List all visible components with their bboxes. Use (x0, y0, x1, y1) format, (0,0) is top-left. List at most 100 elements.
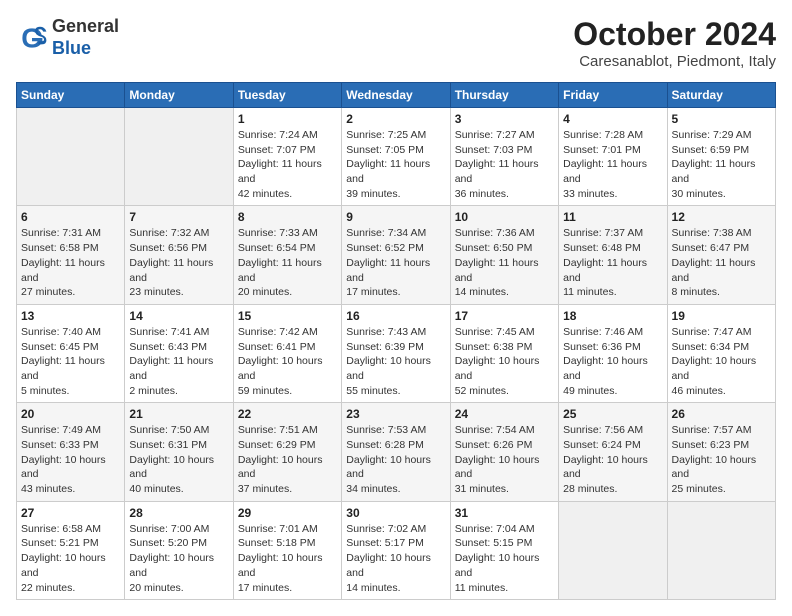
day-info: Sunrise: 7:40 AMSunset: 6:45 PMDaylight:… (21, 325, 120, 398)
day-info: Sunrise: 7:28 AMSunset: 7:01 PMDaylight:… (563, 128, 662, 201)
day-info: Sunrise: 7:42 AMSunset: 6:41 PMDaylight:… (238, 325, 337, 398)
page-header: General Blue October 2024 Caresanablot, … (16, 16, 776, 70)
col-header-thursday: Thursday (450, 83, 558, 108)
day-info: Sunrise: 7:49 AMSunset: 6:33 PMDaylight:… (21, 423, 120, 496)
day-number: 13 (21, 309, 120, 323)
week-row-3: 13 Sunrise: 7:40 AMSunset: 6:45 PMDayligh… (17, 304, 776, 402)
day-cell: 2 Sunrise: 7:25 AMSunset: 7:05 PMDaylight… (342, 108, 450, 206)
day-number: 26 (672, 407, 771, 421)
day-number: 20 (21, 407, 120, 421)
day-info: Sunrise: 7:43 AMSunset: 6:39 PMDaylight:… (346, 325, 445, 398)
day-cell: 4 Sunrise: 7:28 AMSunset: 7:01 PMDaylight… (559, 108, 667, 206)
day-cell: 25 Sunrise: 7:56 AMSunset: 6:24 PMDayligh… (559, 403, 667, 501)
day-cell: 23Sunrise: 7:53 AMSunset: 6:28 PMDayligh… (342, 403, 450, 501)
week-row-5: 27 Sunrise: 6:58 AMSunset: 5:21 PMDayligh… (17, 501, 776, 599)
day-number: 18 (563, 309, 662, 323)
day-info: Sunrise: 7:01 AMSunset: 5:18 PMDaylight:… (238, 522, 337, 595)
day-number: 27 (21, 506, 120, 520)
day-cell: 24Sunrise: 7:54 AMSunset: 6:26 PMDayligh… (450, 403, 558, 501)
day-info: Sunrise: 7:47 AMSunset: 6:34 PMDaylight:… (672, 325, 771, 398)
col-header-tuesday: Tuesday (233, 83, 341, 108)
day-cell: 5Sunrise: 7:29 AMSunset: 6:59 PMDaylight… (667, 108, 775, 206)
col-header-monday: Monday (125, 83, 233, 108)
logo-text: General Blue (52, 16, 119, 59)
day-info: Sunrise: 7:32 AMSunset: 6:56 PMDaylight:… (129, 226, 228, 299)
day-info: Sunrise: 7:27 AMSunset: 7:03 PMDaylight:… (455, 128, 554, 201)
day-number: 30 (346, 506, 445, 520)
day-number: 4 (563, 112, 662, 126)
day-cell: 3 Sunrise: 7:27 AMSunset: 7:03 PMDaylight… (450, 108, 558, 206)
logo-icon (16, 22, 48, 54)
month-title: October 2024 (573, 16, 776, 53)
day-info: Sunrise: 7:29 AMSunset: 6:59 PMDaylight:… (672, 128, 771, 201)
day-number: 28 (129, 506, 228, 520)
day-cell: 26 Sunrise: 7:57 AMSunset: 6:23 PMDayligh… (667, 403, 775, 501)
day-number: 11 (563, 210, 662, 224)
day-number: 6 (21, 210, 120, 224)
day-info: Sunrise: 7:50 AMSunset: 6:31 PMDaylight:… (129, 423, 228, 496)
day-cell: 13 Sunrise: 7:40 AMSunset: 6:45 PMDayligh… (17, 304, 125, 402)
day-number: 16 (346, 309, 445, 323)
title-block: October 2024 Caresanablot, Piedmont, Ita… (573, 16, 776, 70)
day-cell: 14Sunrise: 7:41 AMSunset: 6:43 PMDayligh… (125, 304, 233, 402)
day-number: 3 (455, 112, 554, 126)
logo: General Blue (16, 16, 119, 59)
day-info: Sunrise: 7:04 AMSunset: 5:15 PMDaylight:… (455, 522, 554, 595)
calendar-body: 1Sunrise: 7:24 AMSunset: 7:07 PMDaylight… (17, 108, 776, 600)
day-cell: 31 Sunrise: 7:04 AMSunset: 5:15 PMDayligh… (450, 501, 558, 599)
day-cell: 1Sunrise: 7:24 AMSunset: 7:07 PMDaylight… (233, 108, 341, 206)
col-header-saturday: Saturday (667, 83, 775, 108)
day-info: Sunrise: 7:56 AMSunset: 6:24 PMDaylight:… (563, 423, 662, 496)
day-number: 19 (672, 309, 771, 323)
day-number: 31 (455, 506, 554, 520)
logo-general: General (52, 16, 119, 38)
day-cell: 11 Sunrise: 7:37 AMSunset: 6:48 PMDayligh… (559, 206, 667, 304)
day-info: Sunrise: 7:45 AMSunset: 6:38 PMDaylight:… (455, 325, 554, 398)
calendar-table: SundayMondayTuesdayWednesdayThursdayFrid… (16, 82, 776, 600)
day-number: 2 (346, 112, 445, 126)
day-info: Sunrise: 7:57 AMSunset: 6:23 PMDaylight:… (672, 423, 771, 496)
day-info: Sunrise: 7:37 AMSunset: 6:48 PMDaylight:… (563, 226, 662, 299)
location: Caresanablot, Piedmont, Italy (573, 53, 776, 70)
day-cell: 20 Sunrise: 7:49 AMSunset: 6:33 PMDayligh… (17, 403, 125, 501)
day-info: Sunrise: 7:51 AMSunset: 6:29 PMDaylight:… (238, 423, 337, 496)
day-info: Sunrise: 7:53 AMSunset: 6:28 PMDaylight:… (346, 423, 445, 496)
day-cell: 7 Sunrise: 7:32 AMSunset: 6:56 PMDaylight… (125, 206, 233, 304)
col-header-friday: Friday (559, 83, 667, 108)
week-row-1: 1Sunrise: 7:24 AMSunset: 7:07 PMDaylight… (17, 108, 776, 206)
col-header-sunday: Sunday (17, 83, 125, 108)
day-number: 9 (346, 210, 445, 224)
day-cell: 30 Sunrise: 7:02 AMSunset: 5:17 PMDayligh… (342, 501, 450, 599)
day-cell: 29 Sunrise: 7:01 AMSunset: 5:18 PMDayligh… (233, 501, 341, 599)
day-info: Sunrise: 7:46 AMSunset: 6:36 PMDaylight:… (563, 325, 662, 398)
day-cell: 8 Sunrise: 7:33 AMSunset: 6:54 PMDaylight… (233, 206, 341, 304)
col-header-wednesday: Wednesday (342, 83, 450, 108)
week-row-4: 20 Sunrise: 7:49 AMSunset: 6:33 PMDayligh… (17, 403, 776, 501)
day-info: Sunrise: 7:54 AMSunset: 6:26 PMDaylight:… (455, 423, 554, 496)
day-info: Sunrise: 7:00 AMSunset: 5:20 PMDaylight:… (129, 522, 228, 595)
day-number: 8 (238, 210, 337, 224)
day-info: Sunrise: 7:02 AMSunset: 5:17 PMDaylight:… (346, 522, 445, 595)
logo-blue: Blue (52, 38, 119, 60)
day-cell: 27 Sunrise: 6:58 AMSunset: 5:21 PMDayligh… (17, 501, 125, 599)
day-number: 25 (563, 407, 662, 421)
day-cell: 6 Sunrise: 7:31 AMSunset: 6:58 PMDaylight… (17, 206, 125, 304)
day-cell: 9 Sunrise: 7:34 AMSunset: 6:52 PMDaylight… (342, 206, 450, 304)
day-cell: 15 Sunrise: 7:42 AMSunset: 6:41 PMDayligh… (233, 304, 341, 402)
day-info: Sunrise: 7:34 AMSunset: 6:52 PMDaylight:… (346, 226, 445, 299)
day-number: 15 (238, 309, 337, 323)
day-cell (559, 501, 667, 599)
day-number: 22 (238, 407, 337, 421)
day-info: Sunrise: 6:58 AMSunset: 5:21 PMDaylight:… (21, 522, 120, 595)
day-number: 7 (129, 210, 228, 224)
day-cell: 21 Sunrise: 7:50 AMSunset: 6:31 PMDayligh… (125, 403, 233, 501)
day-info: Sunrise: 7:33 AMSunset: 6:54 PMDaylight:… (238, 226, 337, 299)
day-cell: 10Sunrise: 7:36 AMSunset: 6:50 PMDayligh… (450, 206, 558, 304)
day-cell: 12Sunrise: 7:38 AMSunset: 6:47 PMDayligh… (667, 206, 775, 304)
day-number: 29 (238, 506, 337, 520)
day-info: Sunrise: 7:25 AMSunset: 7:05 PMDaylight:… (346, 128, 445, 201)
day-info: Sunrise: 7:38 AMSunset: 6:47 PMDaylight:… (672, 226, 771, 299)
day-cell: 16 Sunrise: 7:43 AMSunset: 6:39 PMDayligh… (342, 304, 450, 402)
day-info: Sunrise: 7:31 AMSunset: 6:58 PMDaylight:… (21, 226, 120, 299)
day-number: 21 (129, 407, 228, 421)
